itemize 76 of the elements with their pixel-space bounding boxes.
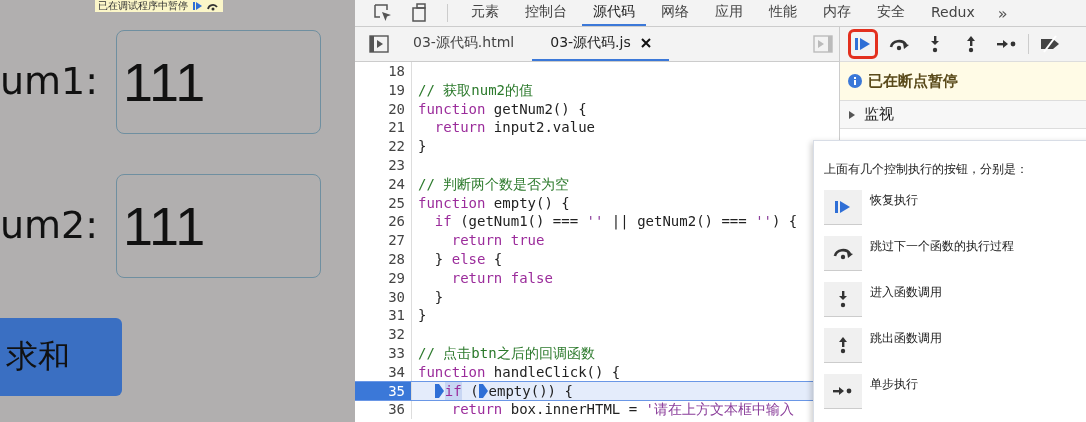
number-field[interactable]: 111	[116, 30, 322, 134]
tooltip-item-label: 单步执行	[870, 376, 918, 393]
tooltip-item-label: 跳出函数调用	[870, 330, 942, 347]
sum-button[interactable]: 求和	[0, 318, 122, 396]
code-line: } else {	[433, 249, 503, 269]
line-number[interactable]: 24	[355, 174, 412, 194]
inspect-icon[interactable]	[373, 3, 393, 23]
line-number[interactable]: 35	[355, 381, 412, 401]
line-number[interactable]: 31	[355, 306, 412, 326]
paused-label: 已在调试程序中暂停	[98, 0, 188, 13]
tooltip-item-label: 跳过下一个函数的执行过程	[870, 238, 1014, 255]
line-number[interactable]: 21	[355, 118, 412, 138]
code-line: function getNum2() {	[418, 99, 587, 119]
line-number[interactable]: 32	[355, 325, 412, 344]
more-tabs-button[interactable]: »	[997, 3, 1008, 23]
line-number[interactable]: 30	[355, 287, 412, 307]
line-number[interactable]: 25	[355, 193, 412, 213]
step-icon	[996, 38, 1018, 50]
line-number[interactable]: 22	[355, 137, 412, 156]
field-label: um2:	[0, 202, 99, 250]
code-line: function empty() {	[418, 193, 570, 213]
panel-tab[interactable]: 性能	[758, 0, 808, 26]
file-tab[interactable]: 03-源代码.js	[532, 27, 669, 61]
panel-tab[interactable]: Redux	[920, 0, 986, 26]
code-line: return box.innerHTML = '请在上方文本框中输入	[450, 400, 795, 420]
tooltip-item-label: 恢复执行	[870, 192, 918, 209]
code-line: return false	[450, 268, 553, 288]
tooltip-item-label: 进入函数调用	[870, 284, 942, 301]
line-number[interactable]: 36	[355, 400, 412, 420]
expand-icon	[848, 109, 856, 120]
file-tab[interactable]: 03-源代码.html	[395, 27, 533, 61]
paused-message: 已在断点暂停	[868, 71, 958, 91]
code-line: return input2.value	[433, 118, 595, 138]
resume-icon[interactable]	[191, 1, 203, 11]
panel-tab[interactable]: 元素	[460, 0, 510, 26]
line-number[interactable]: 29	[355, 268, 412, 288]
step-over-icon	[832, 246, 854, 260]
line-number[interactable]: 23	[355, 156, 412, 175]
code-line: }	[418, 137, 427, 156]
step-into-icon	[929, 35, 941, 53]
line-number[interactable]: 18	[355, 62, 412, 81]
line-number[interactable]: 19	[355, 80, 412, 100]
step-into-icon	[837, 290, 849, 308]
panel-tab[interactable]: 内存	[812, 0, 862, 26]
line-number[interactable]: 26	[355, 212, 412, 232]
code-line: if ( empty()) {	[418, 381, 573, 401]
step-out-icon	[965, 35, 977, 53]
code-line: return true	[450, 231, 545, 250]
line-number[interactable]: 28	[355, 249, 412, 269]
info-icon	[848, 74, 862, 88]
code-line: }	[418, 306, 427, 326]
code-line: // 判断两个数是否为空	[418, 174, 570, 194]
code-line: // 点击btn之后的回调函数	[418, 343, 595, 363]
sidebar-toggle-icon[interactable]	[369, 35, 389, 53]
step-over-icon[interactable]	[206, 1, 220, 11]
device-icon[interactable]	[409, 3, 429, 23]
panel-tab[interactable]: 应用	[704, 0, 754, 26]
number-field[interactable]: 111	[116, 174, 322, 278]
step-over-icon	[888, 37, 910, 51]
step-out-icon	[837, 336, 849, 354]
code-line: // 获取num2的值	[418, 80, 533, 100]
field-label: um1:	[0, 58, 99, 106]
code-line: if (getNum1() === '' || getNum2() === '') {	[433, 212, 798, 232]
panel-tab[interactable]: 网络	[650, 0, 700, 26]
line-number[interactable]: 27	[355, 231, 412, 250]
step-icon	[832, 385, 854, 397]
panel-tab[interactable]: 控制台	[514, 0, 578, 26]
panel-toggle-icon[interactable]	[813, 35, 833, 53]
section-header[interactable]: 监视	[840, 101, 1086, 129]
tooltip-intro: 上面有几个控制执行的按钮，分别是：	[824, 161, 1029, 178]
code-line: function handleClick() {	[418, 362, 621, 382]
panel-tab[interactable]: 安全	[866, 0, 916, 26]
line-number[interactable]: 20	[355, 99, 412, 119]
code-line: }	[433, 287, 444, 307]
line-number[interactable]: 33	[355, 343, 412, 363]
close-icon[interactable]	[640, 38, 651, 48]
